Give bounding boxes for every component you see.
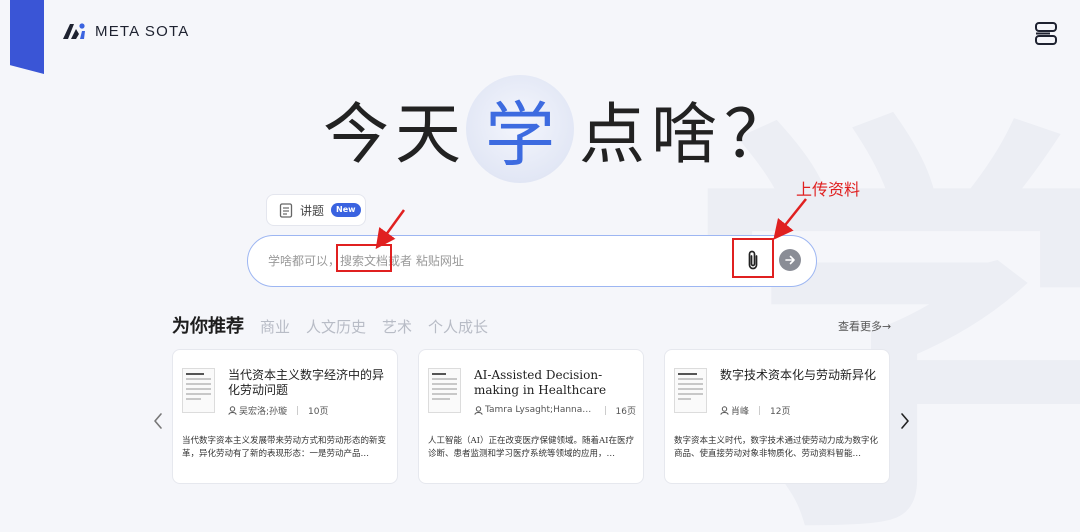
recommend-card[interactable]: 当代资本主义数字经济中的异化劳动问题 吴宏洛;孙璇 10页 当代数字资本主义发展… <box>172 349 398 484</box>
card-author: 吴宏洛;孙璇 <box>239 406 288 417</box>
chevron-right-icon <box>901 413 909 429</box>
document-thumbnail <box>674 368 707 413</box>
hero-title-char: 今 <box>323 96 389 173</box>
card-pages: 16页 <box>615 406 636 417</box>
menu-icon <box>1035 22 1057 45</box>
menu-button[interactable] <box>1031 19 1061 49</box>
new-badge: New <box>331 203 361 217</box>
user-icon <box>720 405 729 415</box>
card-meta: 肖峰 12页 <box>720 403 882 417</box>
recommend-title: 为你推荐 <box>172 316 244 337</box>
recommend-card[interactable]: AI-Assisted Decision-making in Healthcar… <box>418 349 644 484</box>
chevron-left-icon <box>154 413 162 429</box>
tab-business[interactable]: 商业 <box>260 316 290 337</box>
card-pages: 10页 <box>308 406 329 417</box>
arrow-right-icon <box>785 255 795 265</box>
card-description: 人工智能（AI）正在改变医疗保健领域。随着AI在医疗诊断、患者监测和学习医疗系统… <box>428 436 634 459</box>
corner-flag-decoration <box>10 0 44 74</box>
document-icon <box>279 202 293 218</box>
card-pages: 12页 <box>770 406 791 417</box>
card-author: 肖峰 <box>731 406 750 417</box>
card-description: 数字资本主义时代，数字技术通过使劳动力成为数字化商品、使直接劳动对象非物质化、劳… <box>674 436 879 459</box>
hero-title-char: 天 <box>395 96 461 173</box>
recommend-header: 为你推荐 商业 人文历史 艺术 个人成长 <box>172 312 892 338</box>
see-more-link[interactable]: 查看更多→ <box>838 318 891 334</box>
explain-question-label: 讲题 <box>300 203 325 218</box>
card-description: 当代数字资本主义发展带来劳动方式和劳动形态的新变革，异化劳动有了新的表现形态：一… <box>182 436 387 459</box>
logo-mark-icon <box>63 23 85 39</box>
carousel-prev-button[interactable] <box>151 410 165 432</box>
hero-title-question-mark: ？ <box>724 96 790 173</box>
annotation-box-upload <box>732 238 774 278</box>
tab-art[interactable]: 艺术 <box>382 316 412 337</box>
hero-title-highlight: 学 <box>466 75 574 183</box>
document-thumbnail <box>182 368 215 413</box>
send-button[interactable] <box>779 249 801 271</box>
hero-title: 今 天 学 点 啥 ？ <box>320 75 790 183</box>
hero-title-char: 啥 <box>651 96 717 173</box>
card-title: AI-Assisted Decision-making in Healthcar… <box>474 368 607 397</box>
brand-logo[interactable]: META SOTA <box>62 22 189 40</box>
tab-humanities-history[interactable]: 人文历史 <box>306 316 366 337</box>
card-author: Tamra Lysaght;Hannah … <box>485 405 595 415</box>
annotation-box-search-documents <box>336 244 392 272</box>
meta-divider <box>297 405 299 415</box>
card-title: 数字技术资本化与劳动新异化 <box>720 368 877 382</box>
user-icon <box>474 405 483 415</box>
hero-title-char: 点 <box>579 96 645 173</box>
card-title: 当代资本主义数字经济中的异化劳动问题 <box>228 368 385 397</box>
explain-question-chip[interactable]: 讲题 New <box>266 194 366 226</box>
document-thumbnail <box>428 368 461 413</box>
meta-divider <box>759 405 761 415</box>
card-meta: Tamra Lysaght;Hannah … 16页 <box>474 403 636 417</box>
user-icon <box>228 405 237 415</box>
tab-personal-growth[interactable]: 个人成长 <box>428 316 488 337</box>
recommend-card[interactable]: 数字技术资本化与劳动新异化 肖峰 12页 数字资本主义时代，数字技术通过使劳动力… <box>664 349 890 484</box>
search-input[interactable] <box>268 250 708 272</box>
meta-divider <box>604 405 606 415</box>
card-meta: 吴宏洛;孙璇 10页 <box>228 403 390 417</box>
brand-name: META SOTA <box>95 22 190 40</box>
carousel-next-button[interactable] <box>898 410 912 432</box>
annotation-upload-label: 上传资料 <box>796 180 861 199</box>
